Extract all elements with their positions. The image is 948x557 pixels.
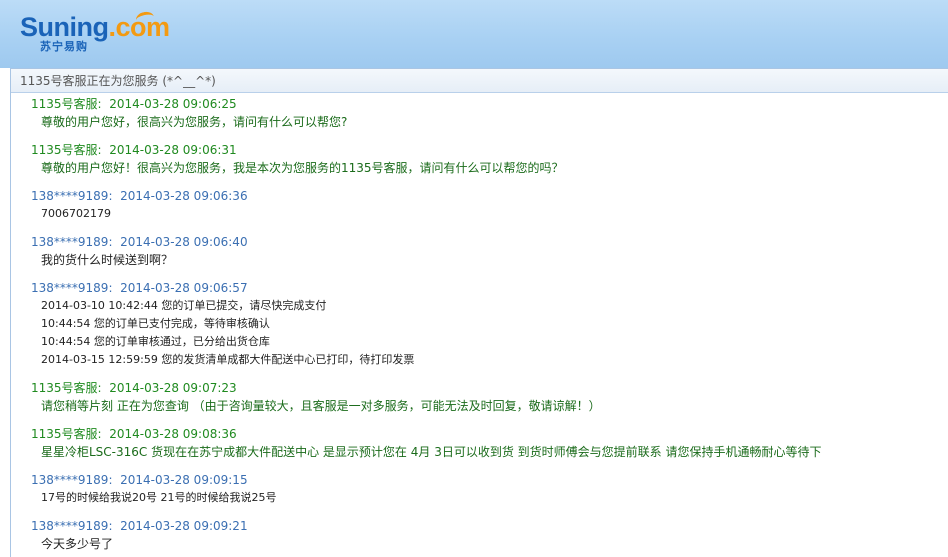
message-sender: 1135号客服 xyxy=(31,97,98,111)
suning-logo: Suning.com 苏宁易购 xyxy=(20,10,180,58)
chat-message: 138****9189: 2014-03-28 09:06:40 我的货什么时候… xyxy=(31,234,931,269)
message-header: 1135号客服: 2014-03-28 09:08:36 xyxy=(31,427,237,441)
message-header: 138****9189: 2014-03-28 09:09:21 xyxy=(31,519,248,533)
message-line: 10:44:54 您的订单审核通过，已分给出货仓库 xyxy=(41,335,270,348)
logo-wordmark: Suning.com xyxy=(20,12,170,42)
message-line: 今天多少号了 xyxy=(41,537,114,551)
message-timestamp: 2014-03-28 09:06:57 xyxy=(120,281,248,295)
message-header: 1135号客服: 2014-03-28 09:06:25 xyxy=(31,97,237,111)
logo-main-text: Suning xyxy=(20,12,109,42)
message-header: 138****9189: 2014-03-28 09:06:40 xyxy=(31,235,248,249)
message-header: 1135号客服: 2014-03-28 09:07:23 xyxy=(31,381,237,395)
logo-subtitle: 苏宁易购 xyxy=(40,40,88,53)
message-line: 2014-03-10 10:42:44 您的订单已提交，请尽快完成支付 xyxy=(41,299,327,312)
message-line: 7006702179 xyxy=(41,207,111,220)
message-timestamp: 2014-03-28 09:06:40 xyxy=(120,235,248,249)
message-body: 星星冷柜LSC-316C 货现在在苏宁成都大件配送中心 是显示预计您在 4月 3… xyxy=(31,443,931,461)
chat-message: 138****9189: 2014-03-28 09:09:21 今天多少号了 xyxy=(31,518,931,553)
message-line: 星星冷柜LSC-316C 货现在在苏宁成都大件配送中心 是显示预计您在 4月 3… xyxy=(41,445,822,459)
message-timestamp: 2014-03-28 09:06:25 xyxy=(109,97,237,111)
chat-message: 138****9189: 2014-03-28 09:06:57 2014-03… xyxy=(31,280,931,369)
message-sender: 138****9189 xyxy=(31,473,109,487)
message-line: 2014-03-15 12:59:59 您的发货清单成都大件配送中心已打印，待打… xyxy=(41,353,415,366)
message-timestamp: 2014-03-28 09:06:31 xyxy=(109,143,237,157)
message-sender: 138****9189 xyxy=(31,519,109,533)
message-timestamp: 2014-03-28 09:09:15 xyxy=(120,473,248,487)
message-body: 请您稍等片刻 正在为您查询 （由于咨询量较大，且客服是一对多服务，可能无法及时回… xyxy=(31,397,931,415)
message-line: 17号的时候给我说20号 21号的时候给我说25号 xyxy=(41,491,277,504)
message-header: 138****9189: 2014-03-28 09:09:15 xyxy=(31,473,248,487)
message-sender: 1135号客服 xyxy=(31,427,98,441)
service-status-text: 1135号客服正在为您服务 (*^__^*) xyxy=(20,74,216,88)
message-line: 尊敬的用户您好！很高兴为您服务，我是本次为您服务的1135号客服，请问有什么可以… xyxy=(41,161,564,175)
site-header: Suning.com 苏宁易购 xyxy=(0,0,948,68)
message-line: 我的货什么时候送到啊？ xyxy=(41,253,174,267)
message-body: 17号的时候给我说20号 21号的时候给我说25号 xyxy=(31,489,931,507)
logo-dotcom-text: .com xyxy=(108,12,170,42)
message-line: 请您稍等片刻 正在为您查询 （由于咨询量较大，且客服是一对多服务，可能无法及时回… xyxy=(41,399,601,413)
message-sender: 1135号客服 xyxy=(31,381,98,395)
chat-message: 1135号客服: 2014-03-28 09:06:25 尊敬的用户您好，很高兴… xyxy=(31,96,931,131)
message-body: 尊敬的用户您好！很高兴为您服务，我是本次为您服务的1135号客服，请问有什么可以… xyxy=(31,159,931,177)
message-timestamp: 2014-03-28 09:06:36 xyxy=(120,189,248,203)
message-list[interactable]: 1135号客服: 2014-03-28 09:06:25 尊敬的用户您好，很高兴… xyxy=(11,93,948,557)
message-line: 尊敬的用户您好，很高兴为您服务，请问有什么可以帮您? xyxy=(41,115,348,129)
message-sender: 138****9189 xyxy=(31,189,109,203)
chat-message: 1135号客服: 2014-03-28 09:06:31 尊敬的用户您好！很高兴… xyxy=(31,142,931,177)
message-body: 7006702179 xyxy=(31,205,931,223)
message-body: 尊敬的用户您好，很高兴为您服务，请问有什么可以帮您? xyxy=(31,113,931,131)
message-sender: 1135号客服 xyxy=(31,143,98,157)
message-timestamp: 2014-03-28 09:07:23 xyxy=(109,381,237,395)
message-header: 138****9189: 2014-03-28 09:06:36 xyxy=(31,189,248,203)
chat-message: 138****9189: 2014-03-28 09:09:15 17号的时候给… xyxy=(31,472,931,507)
message-sender: 138****9189 xyxy=(31,281,109,295)
service-status-bar: 1135号客服正在为您服务 (*^__^*) xyxy=(11,69,948,93)
message-body: 我的货什么时候送到啊？ xyxy=(31,251,931,269)
chat-message: 1135号客服: 2014-03-28 09:08:36 星星冷柜LSC-316… xyxy=(31,426,931,461)
message-body: 2014-03-10 10:42:44 您的订单已提交，请尽快完成支付 10:4… xyxy=(31,297,931,369)
chat-message: 1135号客服: 2014-03-28 09:07:23 请您稍等片刻 正在为您… xyxy=(31,380,931,415)
message-body: 今天多少号了 xyxy=(31,535,931,553)
chat-message: 138****9189: 2014-03-28 09:06:36 7006702… xyxy=(31,188,931,223)
message-header: 138****9189: 2014-03-28 09:06:57 xyxy=(31,281,248,295)
message-sender: 138****9189 xyxy=(31,235,109,249)
chat-panel: 1135号客服正在为您服务 (*^__^*) 1135号客服: 2014-03-… xyxy=(10,68,948,557)
message-line: 10:44:54 您的订单已支付完成，等待审核确认 xyxy=(41,317,270,330)
message-timestamp: 2014-03-28 09:09:21 xyxy=(120,519,248,533)
message-timestamp: 2014-03-28 09:08:36 xyxy=(109,427,237,441)
chat-window: Suning.com 苏宁易购 1135号客服正在为您服务 (*^__^*) 1… xyxy=(0,0,948,557)
message-header: 1135号客服: 2014-03-28 09:06:31 xyxy=(31,143,237,157)
